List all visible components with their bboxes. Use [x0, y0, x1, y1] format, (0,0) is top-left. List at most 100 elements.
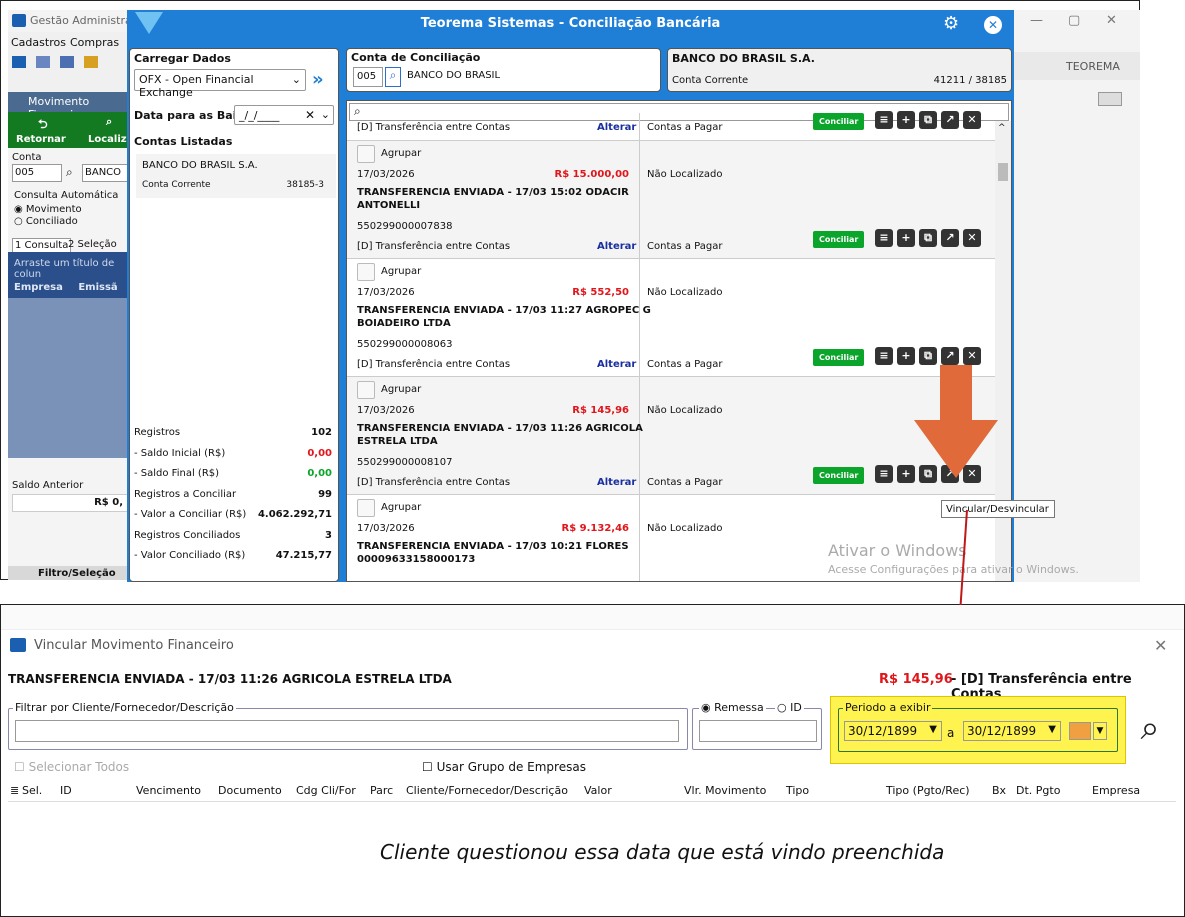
tab-consulta[interactable]: 1 Consulta — [12, 238, 72, 253]
col-vlr-movimento[interactable]: Vlr. Movimento — [684, 784, 766, 797]
toolbar-icon[interactable] — [12, 56, 26, 68]
remessa-input[interactable] — [699, 720, 817, 742]
filtro-tab[interactable]: Filtro/Seleção In — [8, 566, 128, 580]
agrupar-checkbox[interactable] — [357, 381, 375, 399]
delete-icon[interactable]: ✕ — [963, 111, 981, 129]
col-id[interactable]: ID — [60, 784, 72, 797]
date-to-field[interactable]: 30/12/1899 ▼ — [963, 721, 1061, 741]
tab-selecao[interactable]: 2 Seleção — [66, 238, 119, 251]
col-documento[interactable]: Documento — [218, 784, 282, 797]
edit-note-icon[interactable]: ≡ — [875, 465, 893, 483]
alterar-link[interactable]: Alterar — [597, 241, 636, 252]
double-chevron-right-icon[interactable]: » — [312, 69, 324, 90]
card-desc-1: TRANSFERENCIA ENVIADA - 17/03 15:02 ODAC… — [357, 187, 629, 198]
col-empresa[interactable]: Empresa — [1092, 784, 1140, 797]
dropdown-arrow-icon[interactable]: ▼ — [929, 724, 937, 735]
col-parc[interactable]: Parc — [370, 784, 393, 797]
add-document-icon[interactable]: + — [897, 229, 915, 247]
delete-icon[interactable]: ✕ — [963, 347, 981, 365]
menu-cadastros[interactable]: Cadastros — [11, 36, 66, 49]
alterar-link[interactable]: Alterar — [597, 359, 636, 370]
conta-search-icon[interactable]: ⌕ — [66, 165, 73, 180]
radio-remessa[interactable]: ◉ Remessa — [699, 701, 766, 714]
localizar-button[interactable]: Localiz — [88, 134, 127, 145]
minimize-icon[interactable]: — — [1030, 13, 1043, 28]
close-icon[interactable]: ✕ — [1106, 13, 1117, 28]
window-body: Carregar Dados OFX - Open Financial Exch… — [129, 40, 1012, 582]
conciliar-button[interactable]: Conciliar — [813, 231, 865, 248]
edit-note-icon[interactable]: ≡ — [875, 347, 893, 365]
col-tipo-pgto-rec[interactable]: Tipo (Pgto/Rec) — [886, 784, 970, 797]
add-document-icon[interactable]: + — [897, 111, 915, 129]
agrupar-checkbox[interactable] — [357, 499, 375, 517]
copy-icon[interactable]: ⧉ — [919, 229, 937, 247]
window-title-text: Teorema Sistemas - Conciliação Bancária — [420, 16, 721, 31]
conc-search-icon[interactable]: ⌕ — [385, 67, 401, 87]
alterar-link[interactable]: Alterar — [597, 122, 636, 133]
scroll-thumb[interactable] — [998, 163, 1008, 181]
link-unlink-icon[interactable]: ↗ — [941, 111, 959, 129]
conta-name-field[interactable]: BANCO — [82, 164, 128, 182]
chevron-down-icon[interactable]: ⌄ — [321, 108, 330, 121]
col-cliente[interactable]: Cliente/Fornecedor/Descrição — [406, 784, 568, 797]
col-emissao[interactable]: Emissã — [78, 282, 117, 293]
conciliar-button[interactable]: Conciliar — [813, 113, 865, 130]
conciliar-button[interactable]: Conciliar — [813, 467, 865, 484]
clear-icon[interactable]: ✕ — [305, 108, 315, 122]
carregar-select[interactable]: OFX - Open Financial Exchange ⌄ — [134, 69, 306, 99]
col-sel[interactable]: Sel. — [22, 784, 42, 797]
alterar-link[interactable]: Alterar — [597, 477, 636, 488]
scroll-up-icon[interactable]: ^ — [998, 123, 1006, 133]
stat-row: - Saldo Inicial (R$) 0,00 — [134, 448, 332, 468]
date-from-field[interactable]: 30/12/1899 ▼ — [844, 721, 942, 741]
radio-conciliado[interactable]: ○ Conciliado — [14, 216, 78, 227]
copy-icon[interactable]: ⧉ — [919, 111, 937, 129]
card-desc-2: ESTRELA LTDA — [357, 436, 438, 447]
dialog-description: TRANSFERENCIA ENVIADA - 17/03 11:26 AGRI… — [8, 672, 452, 686]
edit-note-icon[interactable]: ≡ — [875, 111, 893, 129]
col-empresa[interactable]: Empresa — [14, 282, 63, 293]
conta-code-field[interactable]: 005 — [12, 164, 62, 182]
toolbar-icon[interactable] — [36, 56, 50, 68]
settings-gear-icon[interactable]: ⚙ — [943, 13, 959, 34]
col-valor[interactable]: Valor — [584, 784, 612, 797]
search-button[interactable]: ⌕ — [1128, 708, 1172, 752]
maximize-icon[interactable]: ▢ — [1068, 13, 1080, 28]
delete-icon[interactable]: ✕ — [963, 229, 981, 247]
copy-icon[interactable]: ⧉ — [919, 347, 937, 365]
filtrar-input[interactable] — [15, 720, 679, 742]
toolbar-icon[interactable] — [60, 56, 74, 68]
retornar-button[interactable]: Retornar — [16, 134, 66, 145]
grid-menu-icon[interactable]: ≣ — [10, 784, 19, 797]
col-dt-pgto[interactable]: Dt. Pgto — [1016, 784, 1060, 797]
column-divider — [639, 259, 640, 377]
bg-right-button[interactable] — [1098, 92, 1122, 106]
usar-grupo-checkbox[interactable]: ☐ Usar Grupo de Empresas — [422, 760, 586, 774]
link-unlink-icon[interactable]: ↗ — [941, 229, 959, 247]
col-tipo[interactable]: Tipo — [786, 784, 809, 797]
agrupar-checkbox[interactable] — [357, 263, 375, 281]
link-unlink-icon[interactable]: ↗ — [941, 347, 959, 365]
conta-list-item[interactable]: BANCO DO BRASIL S.A. Conta Corrente 3818… — [136, 154, 336, 198]
window-close-icon[interactable]: ✕ — [984, 16, 1002, 34]
teorema-tab[interactable]: TEOREMA — [1066, 60, 1120, 73]
edit-note-icon[interactable]: ≡ — [875, 229, 893, 247]
col-bx[interactable]: Bx — [992, 784, 1006, 797]
dialog-close-icon[interactable]: ✕ — [1154, 636, 1167, 655]
data-baixas-field[interactable]: _/_/____ ✕ ⌄ — [234, 105, 334, 125]
col-vencimento[interactable]: Vencimento — [136, 784, 201, 797]
selecionar-todos-checkbox[interactable]: ☐ Selecionar Todos — [14, 760, 129, 774]
conc-code-field[interactable]: 005 — [353, 67, 383, 87]
toolbar-icon[interactable] — [84, 56, 98, 68]
col-cdg-cli-for[interactable]: Cdg Cli/For — [296, 784, 356, 797]
radio-id[interactable]: ○ ID — [775, 701, 804, 714]
calendar-dropdown-icon[interactable]: ▼ — [1093, 722, 1107, 740]
stat-value: 47.215,77 — [275, 550, 332, 561]
agrupar-checkbox[interactable] — [357, 145, 375, 163]
dropdown-arrow-icon[interactable]: ▼ — [1048, 724, 1056, 735]
radio-movimento[interactable]: ◉ Movimento — [14, 204, 82, 215]
conciliar-button[interactable]: Conciliar — [813, 349, 865, 366]
menu-compras[interactable]: Compras — [70, 36, 119, 49]
calendar-icon[interactable] — [1069, 722, 1091, 740]
add-document-icon[interactable]: + — [897, 347, 915, 365]
